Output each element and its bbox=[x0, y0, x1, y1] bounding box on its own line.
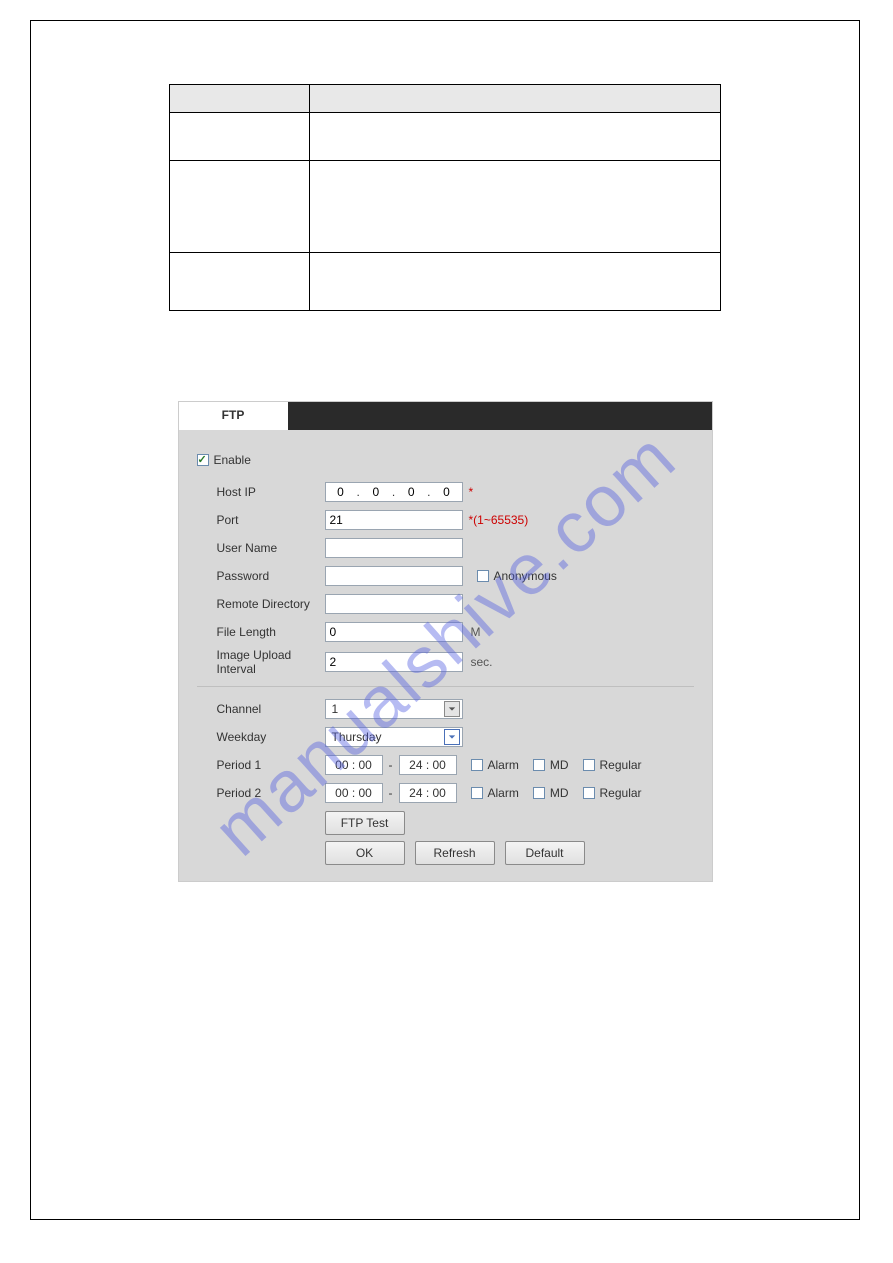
md-label: MD bbox=[550, 758, 569, 772]
imgupload-label: Image Upload Interval bbox=[217, 648, 325, 676]
hostip-seg-4[interactable] bbox=[431, 483, 461, 501]
channel-select[interactable]: 1 bbox=[325, 699, 463, 719]
anonymous-label: Anonymous bbox=[494, 569, 557, 583]
hostip-seg-3[interactable] bbox=[396, 483, 426, 501]
password-label: Password bbox=[217, 569, 325, 583]
filelength-unit: M bbox=[471, 625, 481, 639]
period2-start[interactable]: 00 : 00 bbox=[325, 783, 383, 803]
table-cell bbox=[310, 161, 721, 253]
refresh-button[interactable]: Refresh bbox=[415, 841, 495, 865]
default-button[interactable]: Default bbox=[505, 841, 585, 865]
port-input[interactable] bbox=[325, 510, 463, 530]
username-input[interactable] bbox=[325, 538, 463, 558]
chevron-down-icon bbox=[444, 729, 460, 745]
remotedir-input[interactable] bbox=[325, 594, 463, 614]
table-cell bbox=[310, 113, 721, 161]
md-label: MD bbox=[550, 786, 569, 800]
required-mark: * bbox=[469, 485, 474, 499]
p2-alarm-checkbox[interactable] bbox=[471, 787, 483, 799]
table-cell bbox=[310, 253, 721, 311]
alarm-label: Alarm bbox=[488, 786, 519, 800]
ftp-panel: FTP Enable Host IP . . . * bbox=[178, 401, 713, 882]
parameter-table bbox=[169, 84, 721, 311]
period1-label: Period 1 bbox=[217, 758, 325, 772]
weekday-select[interactable]: Thursday bbox=[325, 727, 463, 747]
weekday-value: Thursday bbox=[332, 730, 382, 744]
p2-md-checkbox[interactable] bbox=[533, 787, 545, 799]
port-hint: *(1~65535) bbox=[469, 513, 529, 527]
enable-label: Enable bbox=[214, 453, 251, 467]
table-cell bbox=[170, 253, 310, 311]
channel-value: 1 bbox=[332, 702, 339, 716]
ftp-test-button[interactable]: FTP Test bbox=[325, 811, 405, 835]
p1-md-checkbox[interactable] bbox=[533, 759, 545, 771]
table-header bbox=[310, 85, 721, 113]
enable-checkbox[interactable] bbox=[197, 454, 209, 466]
weekday-label: Weekday bbox=[217, 730, 325, 744]
p1-regular-checkbox[interactable] bbox=[583, 759, 595, 771]
filelength-label: File Length bbox=[217, 625, 325, 639]
period2-label: Period 2 bbox=[217, 786, 325, 800]
username-label: User Name bbox=[217, 541, 325, 555]
dash: - bbox=[389, 758, 393, 772]
table-header bbox=[170, 85, 310, 113]
period1-end[interactable]: 24 : 00 bbox=[399, 755, 457, 775]
hostip-label: Host IP bbox=[217, 485, 325, 499]
hostip-seg-2[interactable] bbox=[361, 483, 391, 501]
imgupload-input[interactable] bbox=[325, 652, 463, 672]
regular-label: Regular bbox=[600, 786, 642, 800]
filelength-input[interactable] bbox=[325, 622, 463, 642]
alarm-label: Alarm bbox=[488, 758, 519, 772]
tab-ftp[interactable]: FTP bbox=[179, 402, 289, 430]
p1-alarm-checkbox[interactable] bbox=[471, 759, 483, 771]
port-label: Port bbox=[217, 513, 325, 527]
period1-start[interactable]: 00 : 00 bbox=[325, 755, 383, 775]
table-cell bbox=[170, 161, 310, 253]
channel-label: Channel bbox=[217, 702, 325, 716]
ok-button[interactable]: OK bbox=[325, 841, 405, 865]
divider bbox=[197, 686, 694, 687]
regular-label: Regular bbox=[600, 758, 642, 772]
hostip-input[interactable]: . . . bbox=[325, 482, 463, 502]
anonymous-checkbox[interactable] bbox=[477, 570, 489, 582]
password-input[interactable] bbox=[325, 566, 463, 586]
tab-bar: FTP bbox=[179, 402, 712, 430]
p2-regular-checkbox[interactable] bbox=[583, 787, 595, 799]
period2-end[interactable]: 24 : 00 bbox=[399, 783, 457, 803]
dash: - bbox=[389, 786, 393, 800]
chevron-down-icon bbox=[444, 701, 460, 717]
table-cell bbox=[170, 113, 310, 161]
imgupload-unit: sec. bbox=[471, 655, 493, 669]
remotedir-label: Remote Directory bbox=[217, 597, 325, 611]
hostip-seg-1[interactable] bbox=[326, 483, 356, 501]
